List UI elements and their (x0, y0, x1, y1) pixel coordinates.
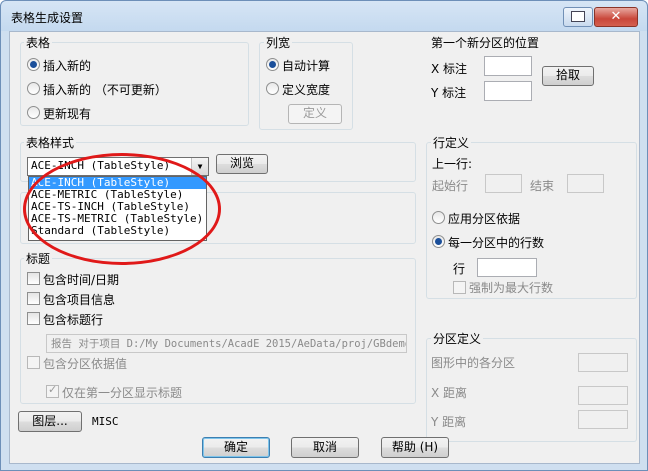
first-partition-only-checkbox[interactable] (46, 383, 59, 398)
force-max-label: 强制为最大行数 (469, 281, 554, 295)
radio-update-existing-label: 更新现有 (43, 107, 92, 121)
end-row-input[interactable] (567, 174, 604, 193)
radio-define-width[interactable] (266, 82, 279, 95)
radio-insert-new-label: 插入新的 (43, 59, 92, 73)
cancel-button[interactable]: 取消 (291, 437, 359, 458)
radio-apply-partition-label: 应用分区依据 (448, 212, 521, 226)
close-button[interactable]: ✕ (594, 7, 638, 27)
chevron-down-icon[interactable]: ▼ (191, 158, 208, 175)
dialog-window: 表格生成设置 ✕ 表格 插入新的 插入新的 （不可更新） 更新现有 列宽 自动计… (0, 0, 648, 471)
radio-insert-new[interactable] (27, 58, 40, 71)
row-label: 行 (453, 262, 466, 276)
in-figure-input[interactable] (578, 353, 628, 372)
first-partition-only-label: 仅在第一分区显示标题 (62, 386, 183, 400)
report-text-input[interactable]: 报告 对于项目 D:/My Documents/AcadE 2015/AeDat… (46, 334, 407, 353)
in-figure-label: 图形中的各分区 (431, 356, 516, 370)
browse-button[interactable]: 浏览 (216, 154, 268, 174)
window-title: 表格生成设置 (11, 11, 84, 25)
x-label: X 标注 (431, 62, 468, 76)
radio-rows-per-partition-label: 每一分区中的行数 (448, 236, 545, 250)
radio-insert-new-static-label: 插入新的 （不可更新） (43, 83, 167, 97)
radio-insert-new-static[interactable] (27, 82, 40, 95)
include-date-label: 包含时间/日期 (43, 273, 120, 287)
start-row-input[interactable] (485, 174, 522, 193)
y-distance-input[interactable] (578, 410, 628, 429)
x-distance-label: X 距离 (431, 386, 468, 400)
include-partition-label: 包含分区依据值 (43, 357, 128, 371)
table-style-value: ACE-INCH (TableStyle) (31, 159, 171, 172)
partition-def-title: 分区定义 (431, 330, 484, 347)
force-max-checkbox[interactable] (453, 281, 466, 294)
row-def-title: 行定义 (431, 134, 472, 151)
include-date-checkbox[interactable] (27, 272, 40, 285)
define-button[interactable]: 定义 (288, 104, 342, 124)
layer-button[interactable]: 图层... (18, 411, 82, 432)
radio-auto-calc[interactable] (266, 58, 279, 71)
y-input[interactable] (484, 81, 532, 101)
include-partition-checkbox[interactable] (27, 356, 40, 369)
radio-auto-calc-label: 自动计算 (282, 59, 331, 73)
x-distance-input[interactable] (578, 386, 628, 405)
include-project-label: 包含项目信息 (43, 293, 116, 307)
ok-button[interactable]: 确定 (202, 437, 270, 458)
include-title-row-checkbox[interactable] (27, 312, 40, 325)
report-text: 报告 对于项目 D:/My Documents/AcadE 2015/AeDat… (51, 338, 407, 350)
radio-define-width-label: 定义宽度 (282, 83, 331, 97)
first-partition-title: 第一个新分区的位置 (431, 36, 540, 50)
table-style-select[interactable]: ACE-INCH (TableStyle) ▼ (27, 157, 209, 176)
include-project-checkbox[interactable] (27, 292, 40, 305)
x-input[interactable] (484, 56, 532, 76)
y-distance-label: Y 距离 (431, 415, 467, 429)
column-width-title: 列宽 (264, 34, 293, 51)
dropdown-item[interactable]: Standard (TableStyle) (29, 225, 206, 237)
radio-rows-per-partition[interactable] (432, 235, 445, 248)
radio-apply-partition[interactable] (432, 211, 445, 224)
upper-row-label: 上一行: (432, 157, 473, 171)
title-bar: 表格生成设置 ✕ (1, 1, 647, 31)
dialog-body: 表格 插入新的 插入新的 （不可更新） 更新现有 列宽 自动计算 定义宽度 定义… (9, 31, 640, 464)
help-button[interactable]: 帮助 (H) (381, 437, 449, 458)
y-label: Y 标注 (431, 86, 467, 100)
end-row-label: 结束 (530, 179, 555, 193)
start-row-label: 起始行 (432, 179, 469, 193)
pick-button[interactable]: 拾取 (542, 66, 594, 86)
table-style-dropdown: ACE-INCH (TableStyle) ACE-METRIC (TableS… (28, 176, 207, 241)
help-window-button[interactable] (563, 7, 593, 27)
help-window-icon (571, 11, 585, 22)
row-input[interactable] (477, 258, 537, 277)
table-group-title: 表格 (24, 34, 53, 51)
radio-update-existing[interactable] (27, 106, 40, 119)
table-style-title: 表格样式 (24, 134, 77, 151)
heading-title: 标题 (24, 250, 53, 267)
include-title-row-label: 包含标题行 (43, 313, 104, 327)
layer-value: MISC (92, 415, 119, 428)
